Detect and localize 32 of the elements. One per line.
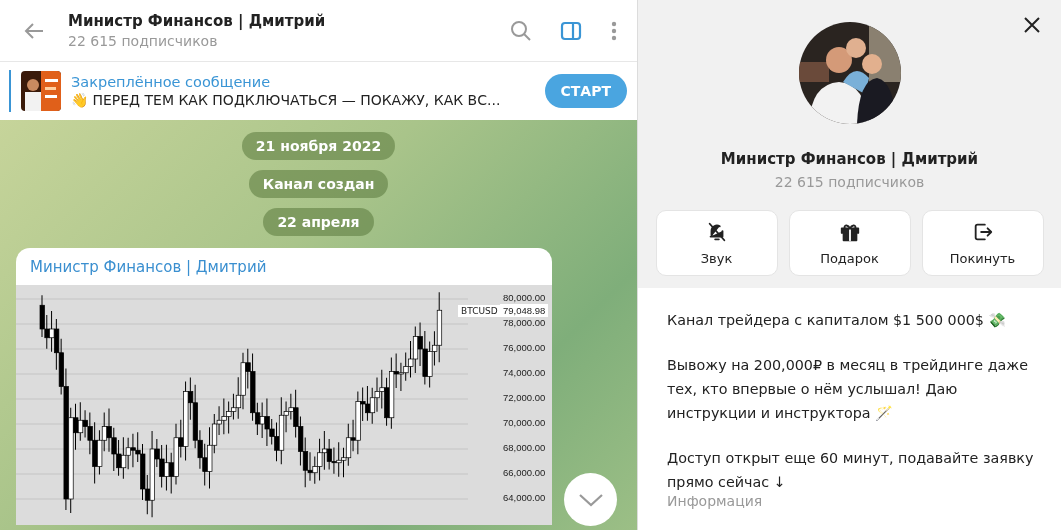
- service-message: 22 апреля: [263, 208, 374, 236]
- profile-subscriber-count: 22 615 подписчиков: [774, 174, 925, 190]
- service-message: Канал создан: [248, 170, 389, 198]
- axis-label: 66,000.00: [503, 467, 546, 478]
- sound-button[interactable]: Звук: [655, 210, 778, 276]
- axis-label: 68,000.00: [503, 442, 546, 453]
- channel-title: Министр Финансов | Дмитрий: [68, 12, 327, 30]
- gift-button[interactable]: Подарок: [788, 210, 911, 276]
- axis-label: 64,000.00: [503, 492, 546, 503]
- description-paragraph: Канал трейдера с капиталом $1 500 000$ 💸: [667, 311, 1008, 330]
- ticker-label: BTCUSD: [458, 305, 501, 317]
- axis-label: 70,000.00: [503, 417, 546, 428]
- scroll-down-button[interactable]: [564, 473, 617, 526]
- axis-label: 72,000.00: [503, 392, 546, 403]
- close-icon: [1023, 16, 1041, 34]
- search-icon: [509, 18, 533, 43]
- axis-label: 78,000.00: [503, 317, 546, 328]
- description-caption: Информация: [667, 493, 764, 509]
- pinned-message-text: 👋 ПЕРЕД ТЕМ КАК ПОДКЛЮЧАТЬСЯ — ПОКАЖУ, КАК ВС...: [71, 92, 502, 108]
- description-paragraph: Вывожу на 200,000₽ в месяц в трейдинге даже тех, кто впервые о нём услышал! Даю инструкции и инструктора 🪄: [667, 356, 1030, 423]
- service-message: 21 ноября 2022: [241, 132, 396, 160]
- profile-name: Министр Финансов | Дмитрий: [720, 150, 979, 168]
- leave-button[interactable]: Покинуть: [921, 210, 1044, 276]
- axis-label: 76,000.00: [503, 342, 546, 353]
- chevron-down-icon: [577, 492, 604, 507]
- price-label: 79,048.98: [500, 304, 549, 317]
- pinned-message-label: Закреплённое сообщение: [71, 74, 272, 90]
- description-paragraph: Доступ открыт еще 60 минут, подавайте заявку прямо сейчас ↓: [667, 449, 1035, 492]
- axis-label: 74,000.00: [503, 367, 546, 378]
- message-author: Министр Финансов | Дмитрий: [29, 257, 268, 278]
- axis-label: 80,000.00: [503, 292, 546, 303]
- subscriber-count: 22 615 подписчиков: [68, 33, 219, 49]
